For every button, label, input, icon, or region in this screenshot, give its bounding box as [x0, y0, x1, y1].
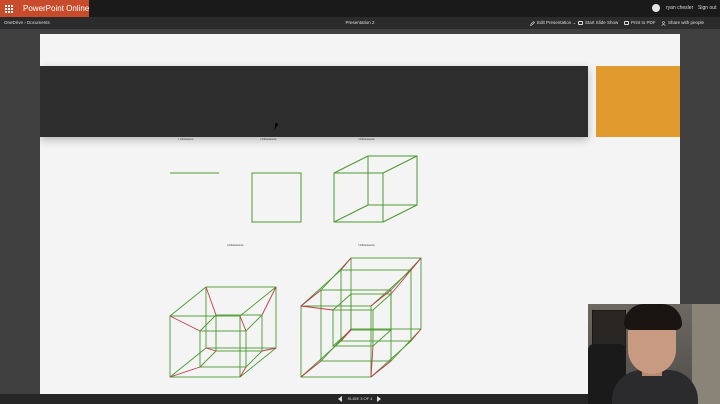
- webcam-shelf: [592, 310, 626, 348]
- start-slide-show-label: Start Slide Show: [585, 20, 619, 25]
- projector-icon: [578, 21, 583, 25]
- webcam-person-hair: [624, 304, 682, 330]
- slide-counter: SLIDE 3 OF 4: [347, 396, 373, 401]
- penteract-5d: [300, 257, 422, 378]
- print-to-pdf-button[interactable]: Print to PDF: [624, 17, 656, 29]
- print-to-pdf-label: Print to PDF: [631, 20, 656, 25]
- start-slide-show-button[interactable]: Start Slide Show: [578, 17, 618, 29]
- cube-3d: [333, 155, 418, 223]
- pencil-icon: [530, 20, 535, 26]
- breadcrumb: OneDrive › Documents: [4, 17, 50, 29]
- triangle-left-icon[interactable]: [338, 396, 342, 402]
- share-button[interactable]: Share with people: [661, 17, 704, 29]
- breadcrumb-separator: ›: [24, 20, 26, 25]
- command-bar: OneDrive › Documents Presentation 2 Edit…: [0, 17, 720, 29]
- sign-out-link[interactable]: Sign out: [698, 0, 716, 17]
- share-icon: [661, 20, 666, 26]
- webcam-overlay: [588, 304, 720, 404]
- slide-canvas: 1 Dimension 2 Dimensions 3 Dimensions 4 …: [40, 34, 680, 394]
- edit-presentation-button[interactable]: Edit Presentation ⌄: [530, 17, 576, 29]
- dimension-figures: [169, 155, 422, 378]
- skype-icon[interactable]: [652, 4, 660, 12]
- document-title[interactable]: Presentation 2: [320, 17, 400, 29]
- tesseract-4d: [169, 286, 277, 378]
- triangle-right-icon[interactable]: [377, 396, 381, 402]
- edit-presentation-label: Edit Presentation ⌄: [537, 20, 577, 25]
- share-label: Share with people: [668, 20, 705, 25]
- app-brand[interactable]: PowerPoint Online: [17, 0, 89, 17]
- printer-icon: [624, 21, 629, 25]
- square-2d: [251, 172, 302, 223]
- breadcrumb-documents[interactable]: Documents: [27, 20, 50, 25]
- breadcrumb-onedrive[interactable]: OneDrive: [4, 20, 23, 25]
- user-name[interactable]: ryan chesler: [666, 0, 693, 17]
- top-bar: PowerPoint Online ryan chesler Sign out: [0, 0, 720, 17]
- waffle-icon[interactable]: [0, 0, 17, 17]
